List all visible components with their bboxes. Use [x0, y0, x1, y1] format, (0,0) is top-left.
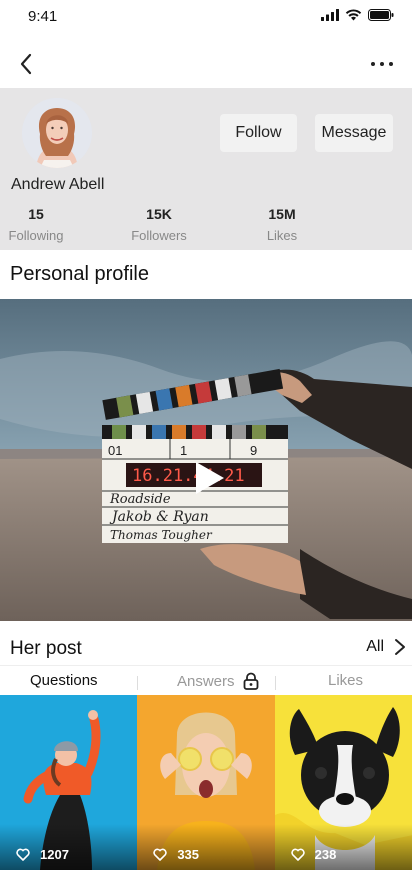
post-likes: 1207: [16, 847, 69, 862]
status-time: 9:41: [28, 8, 58, 25]
clapper-scene: 01: [108, 443, 122, 458]
post-item[interactable]: 238: [274, 695, 412, 870]
post-likes: 335: [153, 847, 199, 862]
all-label: All: [366, 638, 384, 655]
stat-likes[interactable]: 15M Likes: [258, 206, 306, 243]
post-header: Her post All: [0, 634, 412, 664]
cellular-signal-icon: [321, 9, 339, 21]
clapper-take: 1: [180, 443, 187, 458]
stat-label: Following: [8, 228, 64, 243]
status-bar: 9:41: [0, 0, 412, 36]
post-item[interactable]: 1207: [0, 695, 138, 870]
profile-header: Andrew Abell Follow Message 15 Following…: [0, 88, 412, 250]
tab-likes[interactable]: Likes: [328, 672, 363, 689]
post-likes: 238: [290, 847, 337, 862]
message-button[interactable]: Message: [315, 114, 393, 152]
heart-icon: [153, 848, 167, 861]
stat-following[interactable]: 15 Following: [8, 206, 64, 243]
stat-value: 15K: [146, 206, 172, 222]
heart-icon: [290, 848, 305, 861]
clapper-roll: 9: [250, 443, 257, 458]
tab-label: Answers: [177, 672, 235, 690]
post-section-title: Her post: [10, 638, 82, 659]
clapper-camera: Thomas Tougher: [110, 528, 213, 542]
dot-icon: [371, 62, 375, 66]
likes-count: 238: [314, 847, 337, 862]
profile-name: Andrew Abell: [11, 176, 105, 193]
post-tabs: Questions Answers Likes: [0, 665, 412, 695]
chevron-left-icon: [20, 53, 32, 75]
dot-icon: [389, 62, 393, 66]
avatar-image: [22, 98, 92, 168]
tab-divider: [275, 676, 276, 690]
personal-profile-title: Personal profile: [10, 263, 149, 285]
tab-label: Likes: [328, 672, 364, 689]
chevron-right-icon: [395, 639, 405, 655]
clapper-director: Jakob & Ryan: [109, 509, 209, 525]
post-grid: 1207 335 238: [0, 695, 412, 870]
back-button[interactable]: [12, 50, 40, 78]
stat-value: 15: [28, 206, 44, 222]
heart-icon: [16, 848, 30, 861]
dot-icon: [380, 62, 384, 66]
lock-icon: [243, 672, 258, 690]
nav-bar: [0, 40, 412, 88]
avatar[interactable]: [22, 98, 92, 168]
tab-answers[interactable]: Answers: [177, 672, 259, 690]
wifi-icon: [345, 9, 362, 21]
play-button[interactable]: [188, 458, 228, 498]
play-icon: [196, 462, 224, 494]
status-icons: [321, 9, 394, 21]
stat-label: Followers: [131, 228, 187, 243]
stat-followers[interactable]: 15K Followers: [130, 206, 188, 243]
clapper-production: Roadside: [109, 492, 171, 507]
tab-label: Questions: [30, 672, 98, 689]
follow-button[interactable]: Follow: [220, 114, 297, 152]
more-options-button[interactable]: [366, 54, 398, 74]
likes-count: 335: [177, 847, 200, 862]
battery-icon: [368, 9, 394, 21]
tab-questions[interactable]: Questions: [30, 672, 98, 689]
all-posts-link[interactable]: All: [366, 638, 406, 656]
tab-divider: [137, 676, 138, 690]
post-item[interactable]: 335: [137, 695, 275, 870]
likes-count: 1207: [40, 847, 69, 862]
stat-label: Likes: [266, 228, 298, 243]
stat-value: 15M: [268, 206, 296, 222]
